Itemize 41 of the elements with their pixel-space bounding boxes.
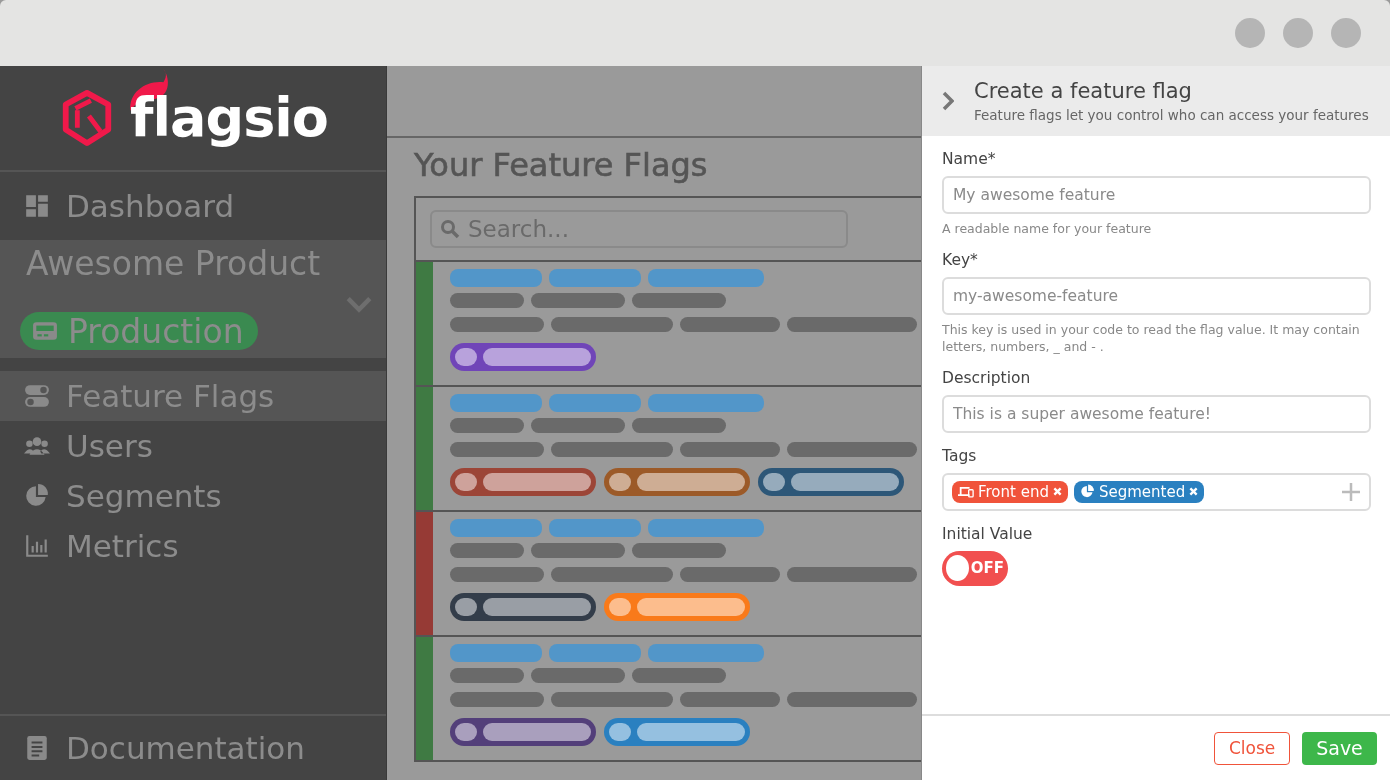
- bar-chart-icon: [24, 533, 50, 559]
- dashboard-icon: [24, 193, 50, 219]
- page-title: Your Feature Flags: [414, 146, 709, 184]
- brand-wordmark: flagsio: [130, 91, 328, 145]
- toggle-switch[interactable]: OFF: [942, 550, 1008, 586]
- sidebar-item[interactable]: Metrics: [0, 521, 386, 571]
- documentation-link[interactable]: Documentation: [0, 714, 386, 780]
- tags-field[interactable]: Front end Segmented: [942, 472, 1371, 511]
- field-label: Key*: [942, 251, 979, 270]
- flag-row[interactable]: [416, 512, 921, 637]
- field-label: Description: [942, 368, 1032, 387]
- remove-icon[interactable]: [1189, 487, 1199, 497]
- tag-chip[interactable]: Segmented: [1073, 480, 1205, 503]
- document-icon: [24, 735, 50, 761]
- field-label: Tags: [942, 446, 978, 465]
- field-label: Name*: [942, 150, 997, 168]
- devices-icon: [958, 485, 974, 499]
- input-field[interactable]: My awesome feature: [942, 176, 1371, 214]
- toggle-icon: [24, 383, 50, 409]
- flag-row[interactable]: [416, 262, 921, 387]
- sidebar-item[interactable]: Users: [0, 421, 386, 471]
- pie-chart-icon: [24, 483, 50, 509]
- search-icon: [440, 219, 460, 239]
- sidebar-item[interactable]: Dashboard: [0, 172, 386, 240]
- drawer-title: Create a feature flag: [974, 79, 1193, 103]
- tag-chip[interactable]: Front end: [952, 480, 1068, 503]
- input-field[interactable]: my-awesome-feature: [942, 277, 1371, 316]
- remove-icon[interactable]: [1052, 487, 1062, 497]
- close-button[interactable]: Close: [1214, 731, 1290, 765]
- add-icon[interactable]: [1341, 481, 1361, 502]
- flag-row[interactable]: [416, 387, 921, 512]
- card-icon: [32, 320, 58, 342]
- sidebar-item[interactable]: Segments: [0, 471, 386, 521]
- chevron-right-icon[interactable]: [942, 91, 954, 111]
- field-label: Initial Value: [942, 524, 1034, 543]
- field-hint: A readable name for your feature: [942, 221, 1153, 238]
- field-hint: This key is used in your code to read the flag value. It may contain letters, numbers, _ and - .: [942, 322, 1361, 355]
- drawer-subtitle: Feature flags let you control who can access your features: [974, 107, 1369, 123]
- save-button[interactable]: Save: [1302, 731, 1377, 765]
- pie-chart-icon: [1079, 484, 1095, 500]
- input-field[interactable]: This is a super awesome feature!: [942, 394, 1371, 433]
